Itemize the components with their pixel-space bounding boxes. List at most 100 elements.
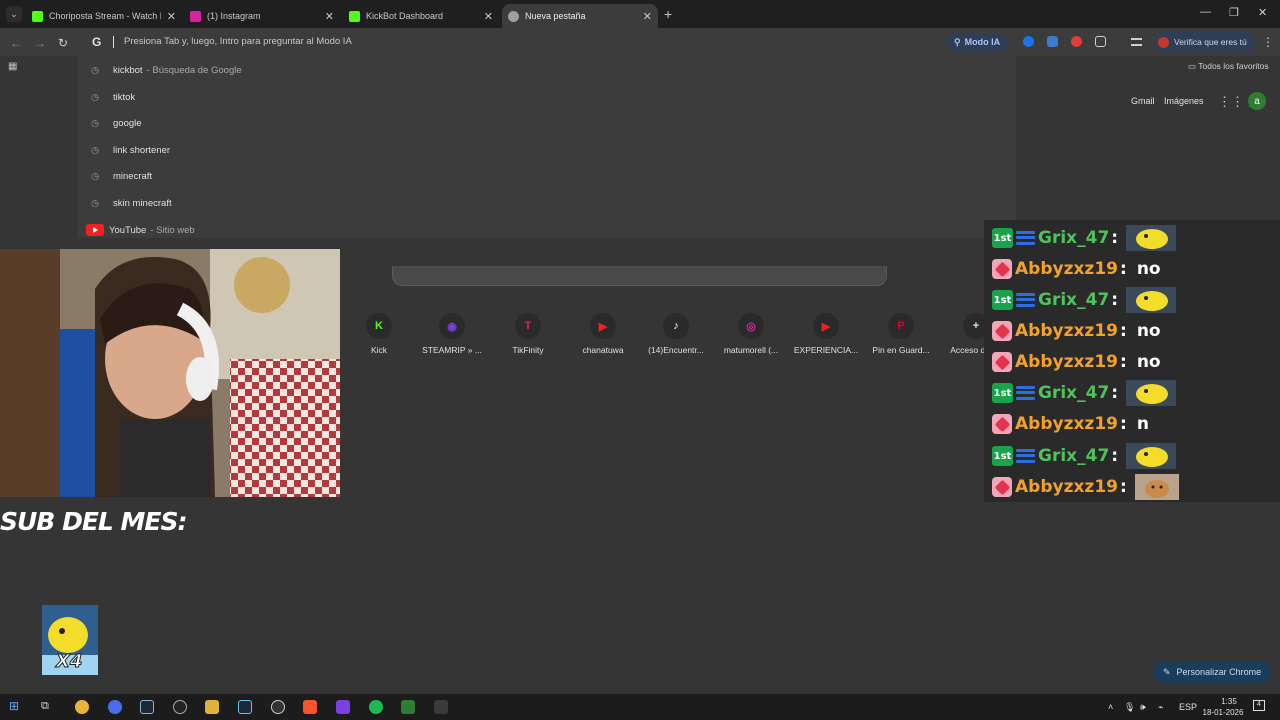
first-badge-icon: 1st bbox=[992, 290, 1013, 310]
folder-icon: ▭ bbox=[1188, 61, 1197, 71]
network-icon[interactable]: ⌁ bbox=[1158, 702, 1163, 713]
shortcut-tikfinity[interactable]: T TikFinity bbox=[490, 313, 566, 355]
suggestion-item[interactable]: ◷ minecraft bbox=[90, 163, 152, 189]
close-icon[interactable]: ✕ bbox=[484, 10, 493, 23]
avatar[interactable]: a bbox=[1248, 92, 1266, 110]
suggestion-text: skin minecraft bbox=[113, 197, 172, 209]
suggestion-text: YouTube bbox=[109, 224, 147, 236]
apps-grid-icon[interactable]: ▦ bbox=[8, 61, 17, 72]
suggestion-item[interactable]: ◷ skin minecraft bbox=[90, 190, 172, 216]
tab-search-button[interactable]: ⌄ bbox=[6, 6, 22, 22]
obs-icon[interactable] bbox=[173, 700, 187, 714]
chrome-icon[interactable] bbox=[75, 700, 89, 714]
gem-badge-icon bbox=[992, 259, 1012, 279]
extension-icon[interactable] bbox=[1047, 36, 1058, 47]
suggestion-item[interactable]: YouTube - Sitio web bbox=[86, 217, 195, 243]
ai-mode-button[interactable]: ⚲ Modo IA bbox=[946, 33, 1009, 51]
extension-icon[interactable] bbox=[1023, 36, 1034, 47]
language-indicator[interactable]: ESP bbox=[1179, 702, 1197, 712]
tray-chevron-icon[interactable]: ˄ bbox=[1108, 702, 1113, 712]
close-icon[interactable]: ✕ bbox=[643, 10, 652, 23]
all-bookmarks-button[interactable]: ▭ Todos los favoritos bbox=[1188, 61, 1269, 72]
chat-username: Grix_47 bbox=[1038, 383, 1110, 403]
extension-icon[interactable] bbox=[1071, 36, 1082, 47]
shortcut-steamrip[interactable]: ◉ STEAMRIP » ... bbox=[414, 313, 490, 355]
chat-text: no bbox=[1136, 352, 1161, 372]
forward-icon[interactable]: → bbox=[34, 36, 46, 50]
back-icon[interactable]: ← bbox=[10, 36, 22, 50]
suggestion-item[interactable]: ◷ link shortener bbox=[90, 137, 170, 163]
customize-chrome-button[interactable]: ✎ Personalizar Chrome bbox=[1153, 661, 1272, 683]
images-link[interactable]: Imágenes bbox=[1164, 96, 1204, 106]
reading-list-icon[interactable] bbox=[1131, 38, 1142, 46]
shortcut-label: Pin en Guard... bbox=[872, 345, 930, 355]
spreadsheet-icon[interactable] bbox=[401, 700, 415, 714]
tab-instagram[interactable]: (1) Instagram ✕ bbox=[184, 4, 340, 28]
app-grid-icon[interactable] bbox=[336, 700, 350, 714]
shortcut-kick[interactable]: K Kick bbox=[341, 313, 417, 355]
history-icon: ◷ bbox=[91, 144, 99, 155]
text-caret bbox=[113, 36, 114, 48]
first-badge-icon: 1st bbox=[992, 228, 1013, 248]
gem-badge-icon bbox=[992, 414, 1012, 434]
taskbar-clock-time[interactable]: 1:35 bbox=[1213, 697, 1245, 706]
first-badge-icon: 1st bbox=[992, 446, 1013, 466]
webcam-scene bbox=[0, 249, 340, 497]
chat-username: Abbyzxz19 bbox=[1015, 259, 1118, 279]
new-tab-button[interactable]: + bbox=[664, 6, 672, 22]
windows-start-icon[interactable]: ⊞ bbox=[9, 699, 23, 713]
close-icon[interactable]: ✕ bbox=[167, 10, 176, 23]
tab-nueva-pestana[interactable]: Nueva pestaña ✕ bbox=[502, 4, 658, 28]
spotify-icon[interactable] bbox=[369, 700, 383, 714]
app-icon[interactable] bbox=[271, 700, 285, 714]
chat-message: Abbyzxz19: no bbox=[992, 317, 1161, 345]
list-badge-icon bbox=[1015, 446, 1036, 466]
chat-colon: : bbox=[1111, 383, 1119, 403]
taskbar-clock-date[interactable]: 18-01-2026 bbox=[1201, 708, 1245, 717]
history-icon: ◷ bbox=[91, 91, 99, 102]
restore-icon[interactable]: ❐ bbox=[1229, 6, 1239, 19]
close-icon[interactable]: ✕ bbox=[325, 10, 334, 23]
shortcut-tiktok[interactable]: ♪ (14)Encuentr... bbox=[638, 313, 714, 355]
microphone-icon[interactable]: 🎙 bbox=[1124, 702, 1135, 713]
tab-choriposta[interactable]: Choriposta Stream - Watch Live ✕ bbox=[26, 4, 182, 28]
pinterest-icon: P bbox=[888, 313, 914, 339]
app-icon[interactable] bbox=[434, 700, 448, 714]
tab-title: (1) Instagram bbox=[207, 11, 261, 21]
chat-message: Abbyzxz19: bbox=[992, 473, 1179, 501]
file-explorer-icon[interactable] bbox=[205, 700, 219, 714]
chat-colon: : bbox=[1120, 259, 1127, 279]
search-sparkle-icon: ⚲ bbox=[954, 36, 961, 47]
profile-verify-button[interactable]: Verifica que eres tú bbox=[1154, 32, 1255, 52]
chrome-profile-icon[interactable] bbox=[108, 700, 122, 714]
more-menu-icon[interactable]: ⋮ bbox=[1262, 35, 1274, 49]
sub-multiplier: X4 bbox=[55, 651, 83, 673]
tab-kickbot-dashboard[interactable]: KickBot Dashboard ✕ bbox=[343, 4, 499, 28]
steam-alt-icon[interactable] bbox=[238, 700, 252, 714]
chat-colon: : bbox=[1111, 290, 1119, 310]
profile-avatar-icon bbox=[1158, 36, 1169, 48]
search-box-edge[interactable] bbox=[392, 266, 887, 286]
suggestion-text: kickbot bbox=[113, 64, 143, 76]
shortcut-experiencia[interactable]: ▶ EXPERIENCIA... bbox=[788, 313, 864, 355]
minimize-icon[interactable]: — bbox=[1200, 6, 1211, 18]
volume-icon[interactable]: 🕪 bbox=[1140, 702, 1146, 713]
dog-emote-image bbox=[1134, 474, 1179, 500]
gem-badge-icon bbox=[992, 477, 1012, 497]
shortcut-instagram[interactable]: ◎ matumorell (... bbox=[713, 313, 789, 355]
steam-icon[interactable] bbox=[140, 700, 154, 714]
extensions-puzzle-icon[interactable] bbox=[1095, 36, 1106, 47]
suggestion-item[interactable]: ◷ kickbot - Búsqueda de Google bbox=[90, 57, 242, 83]
reload-icon[interactable]: ↻ bbox=[58, 36, 68, 50]
shortcut-pinterest[interactable]: P Pin en Guard... bbox=[863, 313, 939, 355]
shortcut-chanatuwa[interactable]: ▶ chanatuwa bbox=[565, 313, 641, 355]
suggestion-item[interactable]: ◷ tiktok bbox=[90, 84, 135, 110]
brave-icon[interactable] bbox=[303, 700, 317, 714]
task-view-icon[interactable]: ⧉ bbox=[41, 700, 55, 714]
address-bar-input[interactable]: Presiona Tab y, luego, Intro para pregun… bbox=[124, 36, 352, 47]
close-window-icon[interactable]: ✕ bbox=[1258, 6, 1267, 19]
gmail-link[interactable]: Gmail bbox=[1131, 96, 1155, 106]
tikfinity-icon: T bbox=[515, 313, 541, 339]
notification-center-icon[interactable]: 4 bbox=[1253, 700, 1265, 711]
suggestion-item[interactable]: ◷ google bbox=[90, 110, 141, 136]
